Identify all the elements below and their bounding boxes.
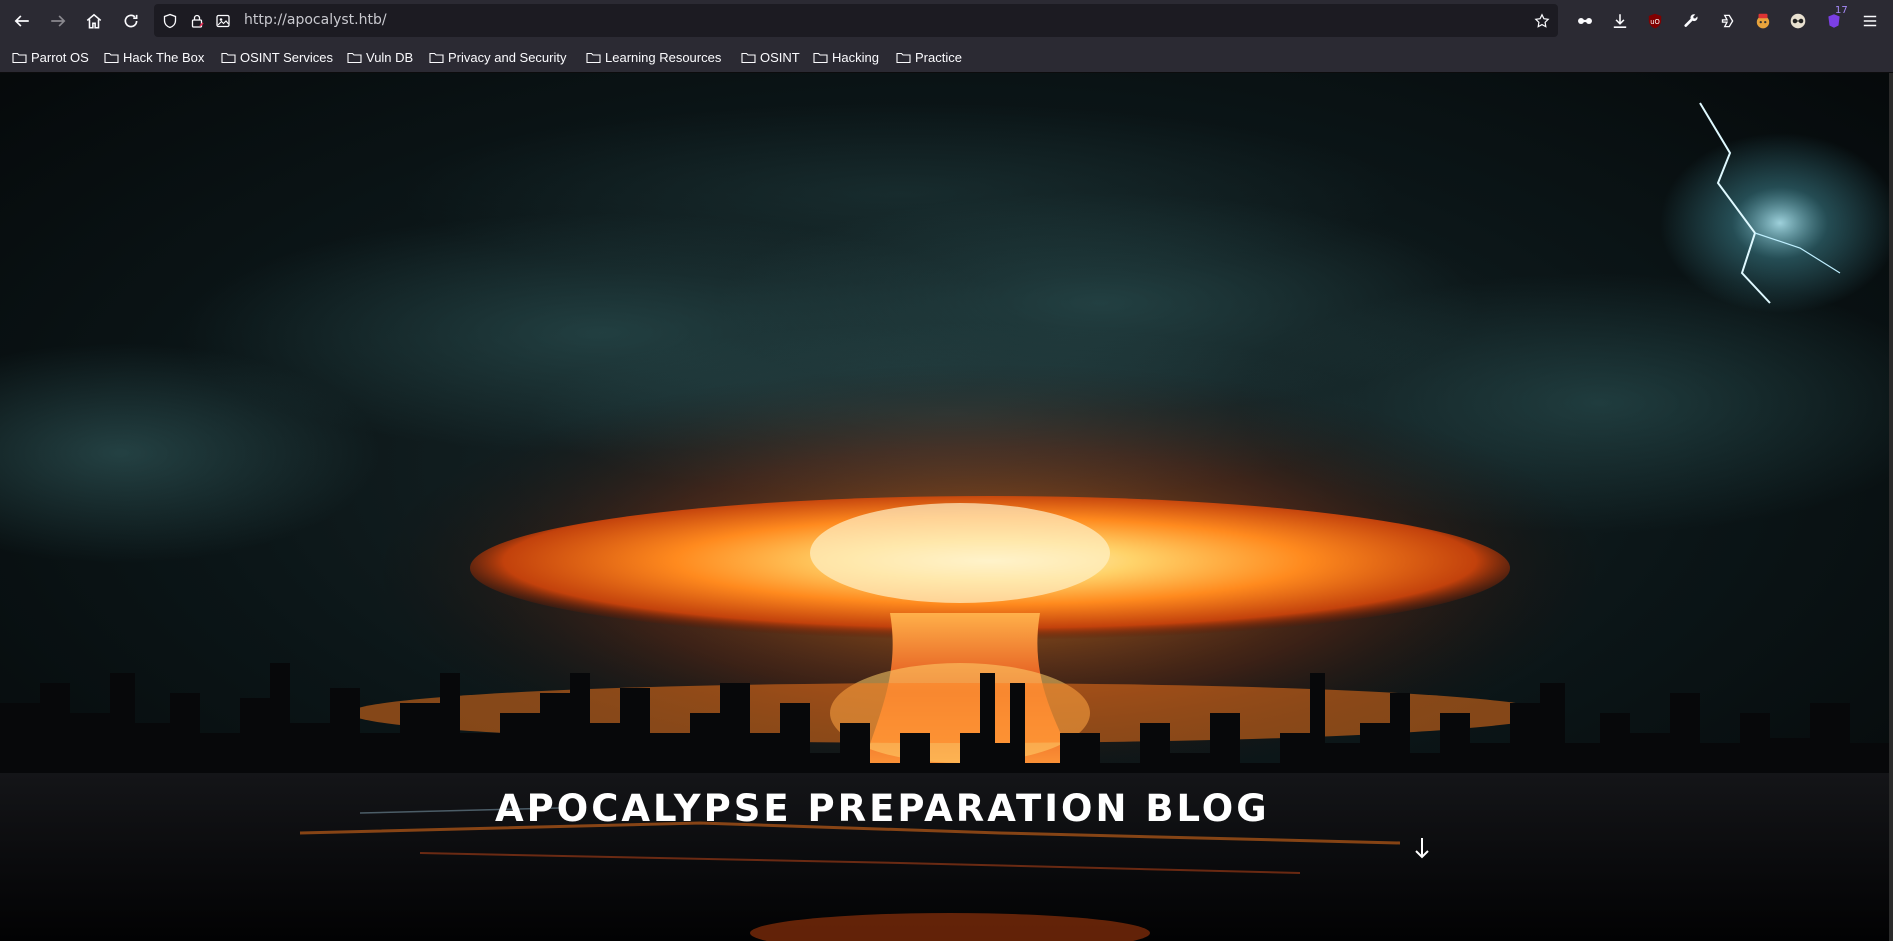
page-scrollbar[interactable] (1889, 73, 1893, 941)
folder-icon (347, 52, 362, 63)
extension-button[interactable] (1571, 7, 1599, 35)
container-icon (1756, 13, 1770, 29)
forward-button[interactable] (44, 7, 72, 35)
menu-icon (1863, 15, 1877, 27)
bookmark-item[interactable]: Learning Resources (586, 48, 721, 66)
arrow-down-icon[interactable] (1412, 835, 1432, 861)
svg-text:uO: uO (1650, 18, 1660, 26)
url-text[interactable]: http://apocalyst.htb/ (244, 12, 387, 28)
bookmark-item[interactable]: Vuln DB (347, 48, 413, 66)
folder-icon (896, 52, 911, 63)
bookmark-label: Hack The Box (123, 49, 205, 65)
home-icon (86, 13, 102, 29)
bookmark-item[interactable]: OSINT (741, 48, 800, 66)
bookmark-item[interactable]: Hacking (813, 48, 879, 66)
tools-button[interactable] (1677, 7, 1705, 35)
bookmark-item[interactable]: Practice (896, 48, 962, 66)
tracking-shield-icon[interactable] (160, 11, 180, 31)
bookmark-item[interactable]: Hack The Box (104, 48, 204, 66)
container-button[interactable] (1749, 7, 1777, 35)
menu-button[interactable] (1856, 7, 1884, 35)
bookmark-label: Practice (915, 49, 962, 65)
extension-icon (1578, 17, 1592, 25)
back-button[interactable] (8, 7, 36, 35)
bookmark-label: Learning Resources (605, 49, 722, 65)
folder-icon (12, 52, 27, 63)
notification-button[interactable]: 17 (1820, 5, 1848, 35)
bookmark-item[interactable]: Parrot OS (12, 48, 89, 66)
notification-badge: 17 (1835, 5, 1848, 16)
ublock-icon: uO (1648, 13, 1662, 29)
bookmark-item[interactable]: OSINT Services (221, 48, 333, 66)
folder-icon (741, 52, 756, 63)
bookmarks-toolbar: Parrot OS Hack The Box OSINT Services Vuln … (0, 42, 1893, 73)
folder-icon (586, 52, 601, 63)
ublock-button[interactable]: uO (1641, 7, 1669, 35)
bookmark-star-icon[interactable] (1532, 11, 1552, 31)
page-content: APOCALYPSE PREPARATION BLOG (0, 73, 1893, 941)
lock-icon[interactable] (187, 11, 207, 31)
blog-title[interactable]: APOCALYPSE PREPARATION BLOG (495, 787, 1270, 830)
download-icon (1613, 14, 1627, 28)
folder-icon (429, 52, 444, 63)
folder-icon (813, 52, 828, 63)
bookmark-label: Vuln DB (366, 49, 414, 65)
folder-icon (221, 52, 236, 63)
glasses-button[interactable] (1784, 7, 1812, 35)
share-button[interactable] (1713, 7, 1741, 35)
tools-icon (1684, 14, 1698, 27)
reload-button[interactable] (117, 7, 145, 35)
address-bar[interactable]: http://apocalyst.htb/ (154, 4, 1558, 37)
glasses-icon (1790, 13, 1806, 29)
page-icon[interactable] (213, 11, 233, 31)
downloads-button[interactable] (1606, 7, 1634, 35)
browser-toolbar: http://apocalyst.htb/ uO 17 (0, 0, 1893, 42)
bookmark-item[interactable]: Privacy and Security (429, 48, 567, 66)
folder-icon (104, 52, 119, 63)
forward-icon (51, 15, 66, 27)
bookmark-label: OSINT (760, 49, 800, 65)
bookmark-label: Privacy and Security (448, 49, 567, 65)
bookmark-label: Parrot OS (31, 49, 89, 65)
back-icon (14, 15, 29, 27)
reload-icon (124, 14, 138, 28)
bookmark-label: Hacking (832, 49, 879, 65)
share-icon (1721, 14, 1734, 28)
bookmark-label: OSINT Services (240, 49, 333, 65)
home-button[interactable] (80, 7, 108, 35)
